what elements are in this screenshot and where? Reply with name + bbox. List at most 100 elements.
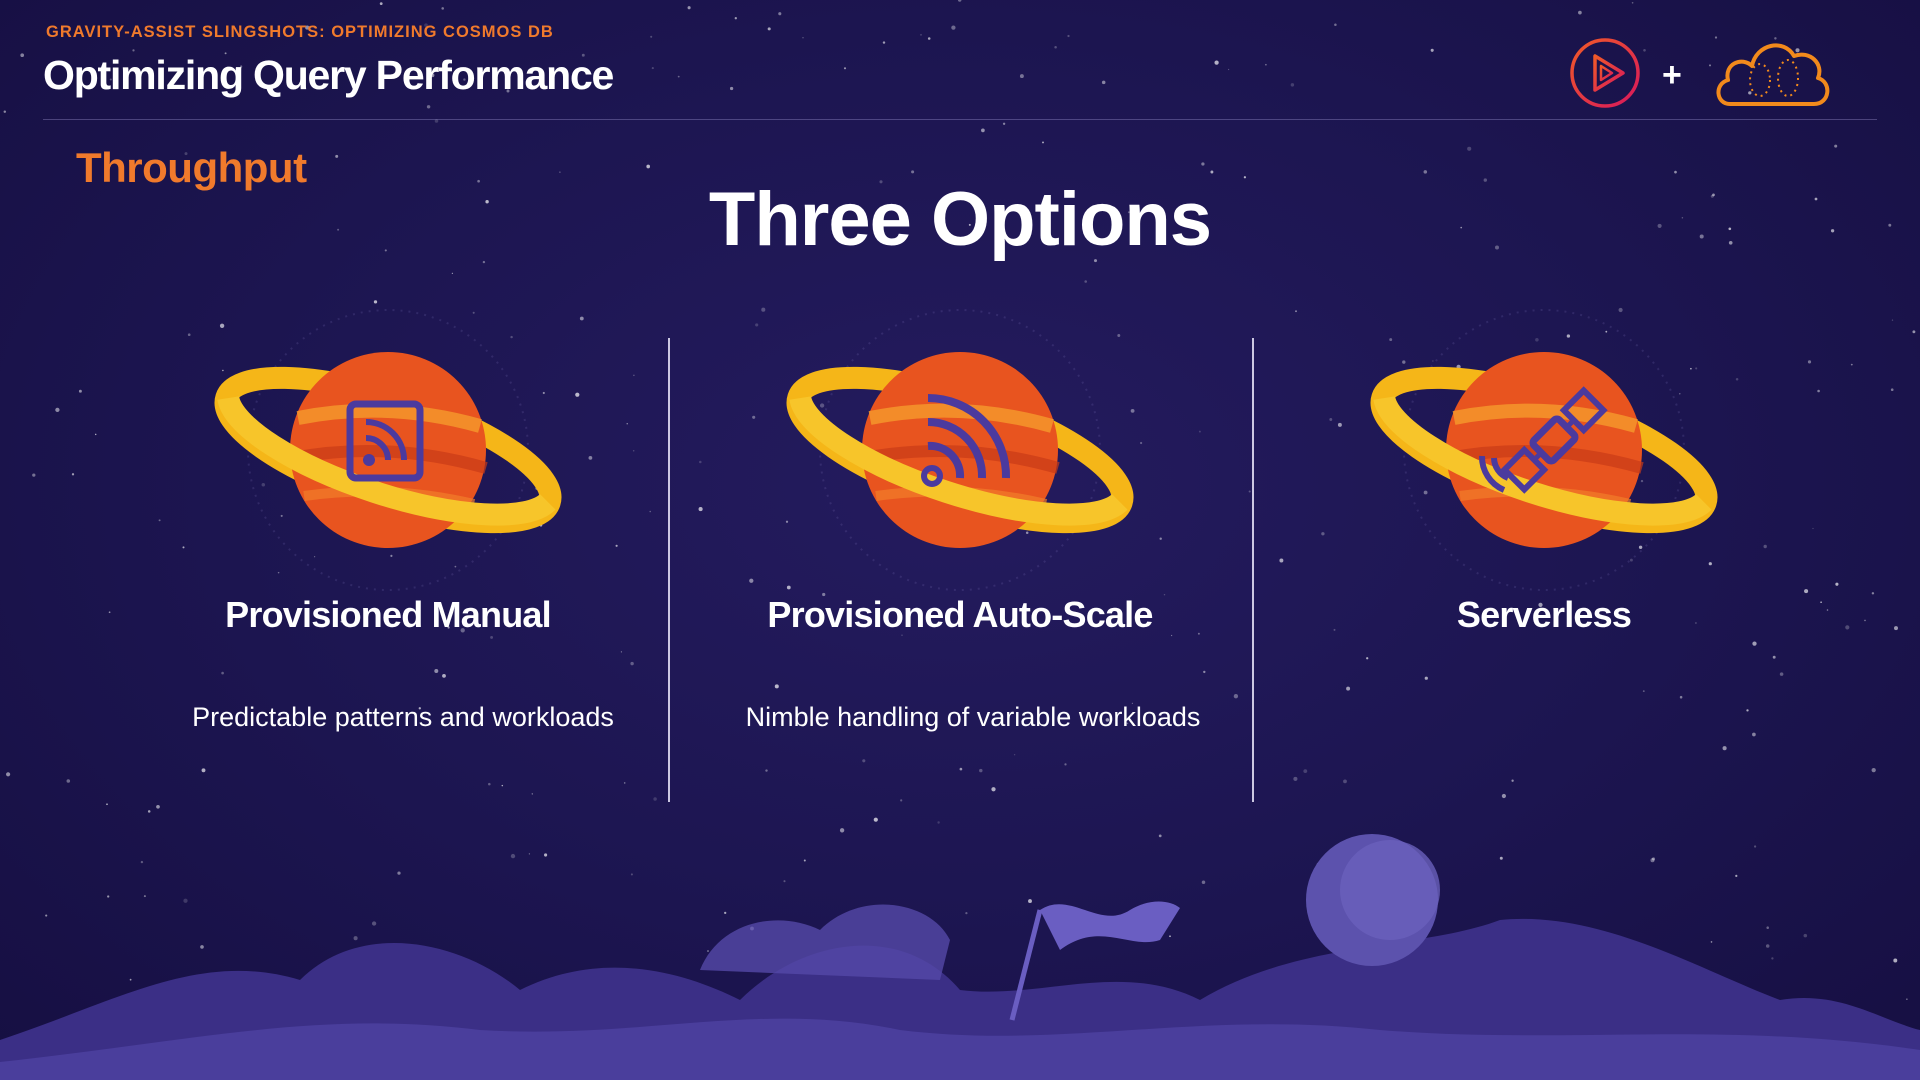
star [1871, 592, 1875, 595]
star [1293, 776, 1298, 781]
star [94, 433, 97, 436]
star [1467, 146, 1472, 151]
star [78, 389, 82, 393]
star [1871, 767, 1876, 773]
star [1054, 46, 1057, 49]
option-provisioned-auto-scale: Provisioned Auto-Scale Nimble handling o… [720, 300, 1200, 760]
star [1850, 363, 1853, 366]
star [441, 7, 444, 10]
option-title: Serverless [1456, 594, 1632, 635]
star [71, 473, 75, 476]
star [1067, 34, 1070, 38]
star [1864, 619, 1866, 622]
star [1501, 793, 1506, 799]
star [927, 37, 931, 40]
star [698, 507, 703, 512]
star [1804, 589, 1809, 594]
star [66, 779, 71, 783]
option-description: Nimble handling of variable workloads [745, 702, 1201, 732]
star [699, 460, 702, 464]
star [765, 769, 768, 772]
star [488, 782, 491, 786]
star [426, 105, 431, 109]
page-title: Three Options [708, 177, 1212, 262]
column-divider [668, 338, 670, 802]
star [1265, 63, 1267, 66]
star [1709, 64, 1711, 67]
star [778, 12, 782, 16]
star [1817, 389, 1820, 393]
star [1890, 388, 1894, 392]
star [649, 510, 651, 513]
star [379, 2, 383, 5]
star [108, 611, 111, 614]
star [959, 767, 963, 771]
star [1430, 48, 1434, 52]
star [501, 784, 504, 787]
star [1303, 769, 1308, 774]
star [991, 787, 996, 792]
star [651, 67, 654, 70]
star [979, 768, 983, 773]
play-logo-icon [1570, 38, 1640, 108]
star [20, 53, 25, 58]
star [951, 25, 956, 30]
star [633, 374, 635, 377]
star [1894, 626, 1898, 631]
star [677, 75, 680, 78]
star [1891, 319, 1894, 321]
star [1807, 360, 1812, 364]
star [767, 27, 771, 31]
planet-illustration [786, 309, 1134, 591]
star [1002, 122, 1006, 125]
star [1511, 779, 1514, 782]
star [1019, 74, 1024, 79]
star [1227, 68, 1230, 71]
star [1248, 490, 1251, 493]
star [1423, 170, 1428, 174]
star [451, 272, 454, 275]
star [1233, 694, 1239, 699]
planet-illustration [1370, 309, 1718, 591]
option-title: Provisioned Manual [225, 594, 551, 635]
slide: GRAVITY-ASSIST SLINGSHOTS: OPTIMIZING CO… [0, 0, 1920, 1080]
star [729, 86, 734, 91]
star [687, 6, 691, 10]
star [843, 67, 847, 70]
star [632, 450, 635, 452]
star [911, 170, 915, 174]
star [957, 0, 962, 2]
star [531, 793, 533, 795]
star [32, 473, 36, 477]
star [55, 407, 60, 413]
star [1812, 527, 1814, 530]
star [1834, 144, 1838, 148]
star [646, 164, 651, 169]
star [1820, 601, 1822, 604]
star [1674, 170, 1677, 174]
star [1101, 80, 1106, 85]
star [1064, 763, 1067, 766]
option-provisioned-manual: Provisioned Manual Predictable patterns … [148, 300, 628, 760]
star [1210, 170, 1214, 174]
star [1334, 23, 1337, 26]
star [1203, 670, 1206, 674]
plus-icon: + [1662, 56, 1682, 94]
star [1912, 330, 1916, 334]
star [981, 128, 985, 133]
star [335, 154, 339, 158]
option-serverless: Serverless [1304, 300, 1784, 760]
star [630, 661, 634, 666]
header-title: Optimizing Query Performance [43, 52, 614, 98]
header-divider [43, 119, 1877, 120]
star [1631, 1, 1634, 4]
star [559, 171, 561, 173]
column-divider [1252, 338, 1254, 802]
star [1042, 141, 1044, 144]
star [882, 41, 886, 44]
option-title: Provisioned Auto-Scale [767, 594, 1153, 635]
star [734, 17, 737, 20]
star [1279, 558, 1284, 563]
planet-illustration [214, 309, 562, 591]
star [1214, 60, 1219, 65]
